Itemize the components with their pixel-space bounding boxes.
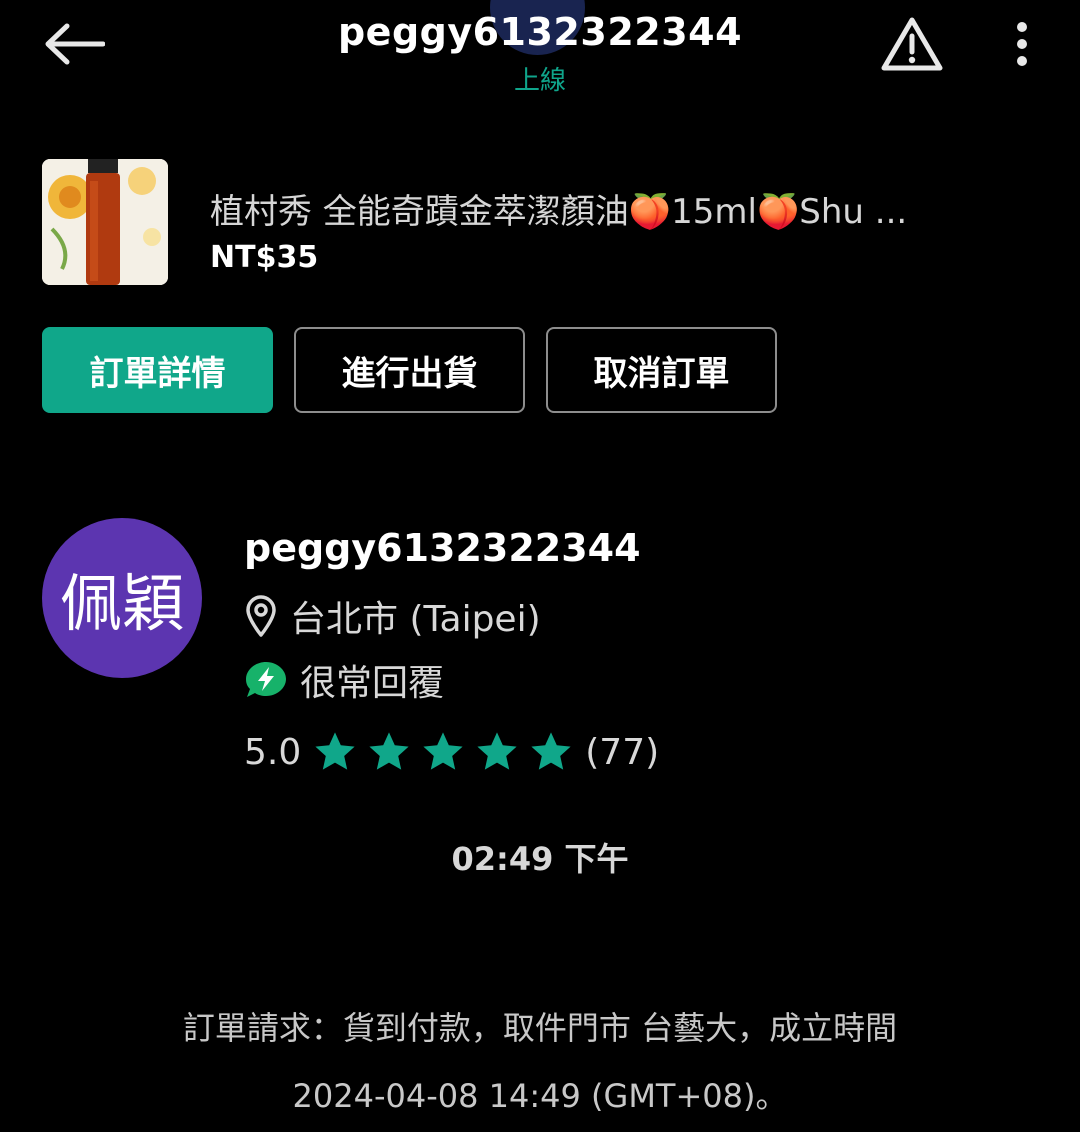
more-vertical-icon bbox=[1017, 22, 1027, 66]
location-text: 台北市 (Taipei) bbox=[290, 599, 541, 640]
star-icon bbox=[315, 732, 355, 770]
order-details-button[interactable]: 訂單詳情 bbox=[42, 327, 273, 413]
report-button[interactable] bbox=[878, 14, 946, 74]
rating-stars bbox=[311, 728, 575, 776]
seller-response-rate: 很常回覆 bbox=[244, 654, 444, 706]
star-icon bbox=[477, 732, 517, 770]
seller-location: 台北市 (Taipei) bbox=[244, 590, 541, 642]
seller-name[interactable]: peggy6132322344 bbox=[244, 526, 641, 570]
product-price: NT$35 bbox=[210, 240, 319, 275]
product-thumbnail[interactable] bbox=[42, 159, 168, 285]
rating-value: 5.0 bbox=[244, 731, 302, 773]
more-options-button[interactable] bbox=[1000, 18, 1044, 70]
product-title[interactable]: 植村秀 全能奇蹟金萃潔顏油🍑15ml🍑Shu ... bbox=[210, 184, 1030, 233]
star-icon bbox=[423, 732, 463, 770]
cancel-order-button[interactable]: 取消訂單 bbox=[546, 327, 777, 413]
location-pin-icon bbox=[246, 595, 276, 637]
response-text: 很常回覆 bbox=[300, 663, 445, 704]
avatar[interactable]: 佩穎 bbox=[42, 518, 202, 678]
system-message: 訂單請求：貨到付款，取件門市 台藝大，成立時間 2024-04-08 14:49… bbox=[60, 994, 1020, 1130]
system-message-line: 訂單請求：貨到付款，取件門市 台藝大，成立時間 bbox=[182, 1009, 898, 1047]
lightning-badge-icon bbox=[246, 662, 286, 697]
ship-order-button[interactable]: 進行出貨 bbox=[294, 327, 525, 413]
seller-rating[interactable]: 5.0 (77) bbox=[244, 728, 659, 776]
warning-triangle-icon bbox=[881, 17, 943, 71]
review-count: (77) bbox=[585, 731, 660, 773]
message-timestamp: 02:49 下午 bbox=[451, 840, 629, 878]
star-icon bbox=[369, 732, 409, 770]
star-icon bbox=[531, 732, 571, 770]
system-message-line: 2024-04-08 14:49 (GMT+08)。 bbox=[292, 1077, 788, 1115]
